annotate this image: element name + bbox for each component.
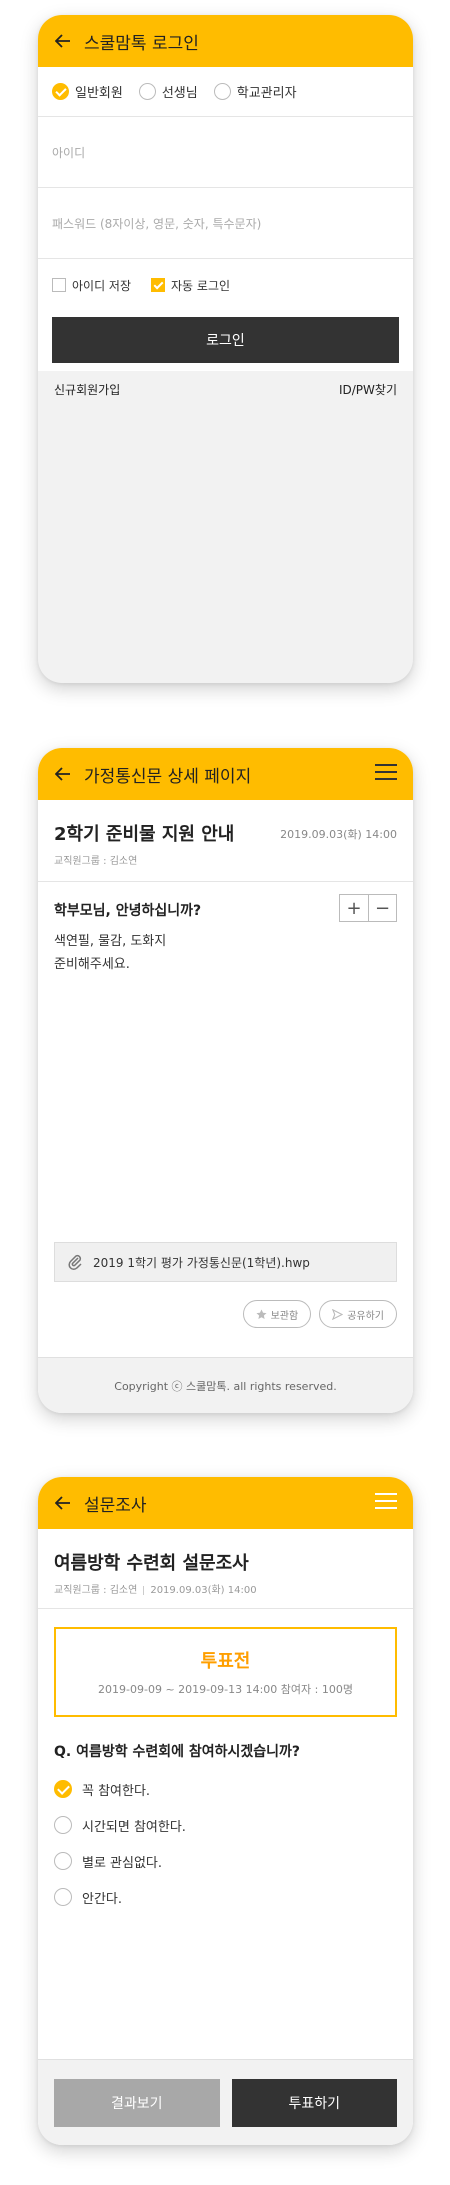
vote-status-box: 투표전 2019-09-09 ~ 2019-09-13 14:00 참여자 : … [54, 1627, 397, 1717]
meta-divider [143, 1585, 145, 1595]
auto-login-checkbox[interactable]: 자동 로그인 [151, 277, 230, 294]
post-author: 교직원그룹 : 김소연 [54, 856, 138, 867]
back-arrow-icon[interactable] [52, 1492, 74, 1514]
radio-school-admin[interactable]: 학교관리자 [213, 82, 297, 101]
survey-option[interactable]: 꼭 참여한다. [38, 1771, 413, 1807]
password-input[interactable]: 패스워드 (8자이상, 영문, 숫자, 특수문자) [38, 188, 413, 259]
option-label: 시간되면 참여한다. [82, 1819, 186, 1835]
survey-option[interactable]: 별로 관심없다. [38, 1843, 413, 1879]
save-id-checkbox[interactable]: 아이디 저장 [52, 277, 131, 294]
survey-header: 설문조사 [38, 1477, 413, 1529]
menu-icon[interactable] [375, 1493, 397, 1511]
vote-button[interactable]: 투표하기 [231, 2078, 397, 2127]
login-screen: 스쿨맘톡 로그인 일반회원 선생님 학교관리자 아이디 패스워드 (8자이상, … [38, 15, 413, 683]
survey-screen: 설문조사 여름방학 수련회 설문조사 교직원그룹 : 김소연 2019.09.03… [38, 1477, 413, 2145]
back-arrow-icon[interactable] [52, 30, 74, 52]
zoom-out-button[interactable]: − [368, 895, 396, 921]
login-options: 아이디 저장 자동 로그인 [38, 259, 413, 311]
login-header: 스쿨맘톡 로그인 [38, 15, 413, 67]
survey-option[interactable]: 안간다. [38, 1879, 413, 1915]
vote-status: 투표전 [200, 1651, 251, 1672]
survey-author: 교직원그룹 : 김소연 [54, 1585, 138, 1596]
post-actions: 보관함 공유하기 [38, 1282, 413, 1328]
radio-label: 학교관리자 [236, 86, 297, 101]
menu-icon[interactable] [375, 764, 397, 782]
survey-title-block: 여름방학 수련회 설문조사 교직원그룹 : 김소연 2019.09.03(화) 1… [38, 1529, 413, 1609]
share-button[interactable]: 공유하기 [319, 1300, 397, 1328]
option-label: 안간다. [82, 1891, 123, 1907]
user-type-selector: 일반회원 선생님 학교관리자 [38, 67, 413, 117]
radio-unchecked-icon [213, 83, 231, 100]
radio-unchecked-icon [138, 83, 156, 100]
post-content-line: 준비해주세요. [54, 957, 130, 972]
vote-period: 2019-09-09 ~ 2019-09-13 14:00 [98, 1683, 278, 1696]
vote-period-info: 2019-09-09 ~ 2019-09-13 14:00 참여자 : 100명 [98, 1681, 353, 1697]
option-label: 꼭 참여한다. [82, 1783, 151, 1799]
survey-title: 여름방학 수련회 설문조사 [54, 1553, 249, 1574]
post-body: + − 학부모님, 안녕하십니까? 색연필, 물감, 도화지 준비해주세요. [38, 882, 413, 1242]
checkbox-label: 자동 로그인 [171, 278, 231, 293]
login-button-wrap: 로그인 [38, 311, 413, 371]
copyright-footer: Copyright ⓒ 스쿨맘톡. all rights reserved. [38, 1357, 413, 1413]
zoom-in-button[interactable]: + [340, 895, 368, 921]
find-id-pw-link[interactable]: ID/PW찾기 [339, 381, 397, 398]
share-icon [332, 1308, 344, 1320]
survey-action-bar: 결과보기 투표하기 [38, 2059, 413, 2145]
bookmark-button[interactable]: 보관함 [242, 1300, 312, 1328]
participant-count: 참여자 : 100명 [280, 1683, 353, 1696]
text-zoom-controls: + − [339, 894, 397, 922]
radio-unchecked-icon [54, 1816, 72, 1834]
checkbox-checked-icon [151, 278, 166, 292]
survey-meta: 교직원그룹 : 김소연 2019.09.03(화) 14:00 [54, 1581, 397, 1596]
bookmark-label: 보관함 [270, 1310, 299, 1322]
radio-label: 일반회원 [75, 86, 123, 101]
paperclip-icon [68, 1254, 82, 1270]
radio-teacher[interactable]: 선생님 [138, 82, 198, 101]
login-button[interactable]: 로그인 [52, 317, 399, 363]
survey-date: 2019.09.03(화) 14:00 [150, 1585, 257, 1596]
radio-unchecked-icon [54, 1852, 72, 1870]
checkbox-unchecked-icon [52, 278, 66, 292]
page-title: 가정통신문 상세 페이지 [84, 766, 252, 787]
survey-option[interactable]: 시간되면 참여한다. [38, 1807, 413, 1843]
id-input[interactable]: 아이디 [38, 117, 413, 188]
radio-unchecked-icon [54, 1888, 72, 1906]
page-title: 스쿨맘톡 로그인 [84, 33, 199, 54]
share-label: 공유하기 [347, 1310, 384, 1322]
notice-detail-screen: 가정통신문 상세 페이지 2학기 준비물 지원 안내 2019.09.03(화)… [38, 748, 413, 1413]
view-results-button[interactable]: 결과보기 [54, 2078, 220, 2127]
post-header: 2학기 준비물 지원 안내 2019.09.03(화) 14:00 교직원그룹 … [38, 800, 413, 882]
notice-header: 가정통신문 상세 페이지 [38, 748, 413, 800]
attachment-name: 2019 1학기 평가 가정통신문(1학년).hwp [93, 1255, 310, 1270]
page-title: 설문조사 [84, 1495, 147, 1516]
star-icon [256, 1308, 267, 1319]
checkbox-label: 아이디 저장 [72, 278, 132, 293]
signup-link[interactable]: 신규회원가입 [54, 381, 120, 398]
option-label: 별로 관심없다. [82, 1855, 163, 1871]
radio-label: 선생님 [161, 86, 198, 101]
back-arrow-icon[interactable] [52, 763, 74, 785]
post-content-line: 색연필, 물감, 도화지 [54, 934, 167, 949]
radio-general-member[interactable]: 일반회원 [52, 82, 123, 101]
radio-checked-icon [52, 83, 69, 100]
attachment-file[interactable]: 2019 1학기 평가 가정통신문(1학년).hwp [54, 1242, 397, 1282]
post-date: 2019.09.03(화) 14:00 [280, 828, 397, 841]
account-links: 신규회원가입 ID/PW찾기 [38, 371, 413, 408]
radio-checked-icon [54, 1780, 72, 1798]
survey-question: Q. 여름방학 수련회에 참여하시겠습니까? [54, 1744, 301, 1760]
